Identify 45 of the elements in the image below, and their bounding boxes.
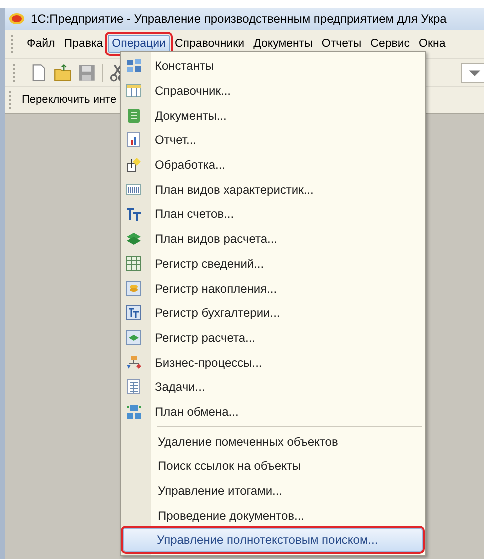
panel-button[interactable]: Переключить инте	[20, 94, 119, 106]
menu-item[interactable]: План обмена...	[121, 400, 425, 424]
dropdown-field[interactable]	[461, 62, 484, 82]
menu-item[interactable]: Окна	[415, 35, 450, 53]
menu-item[interactable]: Обработка...	[121, 152, 425, 178]
menu-item[interactable]: Документы	[250, 35, 317, 53]
menu-item[interactable]: Регистр расчета...	[121, 326, 425, 350]
new-document-icon[interactable]	[30, 64, 48, 82]
menu-item[interactable]: Бизнес-процессы...	[121, 350, 425, 375]
menu-item[interactable]: Регистр бухгалтерии...	[121, 300, 425, 326]
menu-item[interactable]: Справочники	[170, 35, 249, 53]
menu-item[interactable]: Отчеты	[318, 35, 366, 53]
menu-item[interactable]: Правка	[60, 35, 108, 53]
logo-icon	[9, 13, 25, 25]
menu-item[interactable]: Проведение документов...	[121, 503, 425, 528]
list-icon	[126, 379, 142, 396]
chart-document-icon	[126, 132, 142, 148]
columns-icon	[126, 83, 142, 100]
menu-item[interactable]: Отчет...	[121, 128, 425, 153]
menu-item[interactable]: Задачи...	[121, 374, 425, 400]
grid-icon	[126, 182, 142, 198]
menu-item[interactable]: Справочник...	[121, 78, 425, 104]
menu-item[interactable]: Операции	[108, 35, 170, 53]
menu-item[interactable]: План видов расчета...	[121, 226, 425, 252]
coins-icon	[126, 280, 142, 297]
menu-item[interactable]: Управление полнотекстовым поиском...	[123, 528, 423, 552]
window-title: 1С:Предприятие - Управление производственным предприятием для Укра	[31, 12, 447, 26]
menu-item[interactable]: План видов характеристик...	[121, 177, 425, 202]
menu-item[interactable]: Удаление помеченных объектов	[121, 429, 425, 454]
menu-item[interactable]: Константы	[121, 54, 425, 79]
menu-item[interactable]: Сервис	[366, 35, 414, 53]
blocks-icon	[126, 404, 142, 420]
document-icon	[126, 108, 142, 124]
menu-item[interactable]: Поиск ссылок на объекты	[121, 454, 425, 479]
folder-icon[interactable]	[54, 64, 72, 82]
menu-item[interactable]: План счетов...	[121, 202, 425, 227]
flow-icon	[126, 354, 142, 371]
menu-item[interactable]: Документы...	[121, 103, 425, 128]
menu-item[interactable]: Файл	[23, 35, 60, 53]
save-icon[interactable]	[78, 64, 96, 82]
menu-item[interactable]: Регистр сведений...	[121, 252, 425, 276]
table-icon	[126, 256, 142, 272]
menu-item[interactable]: Управление итогами...	[121, 478, 425, 504]
menu-item[interactable]: Регистр накопления...	[121, 276, 425, 301]
layers-icon	[126, 231, 142, 248]
